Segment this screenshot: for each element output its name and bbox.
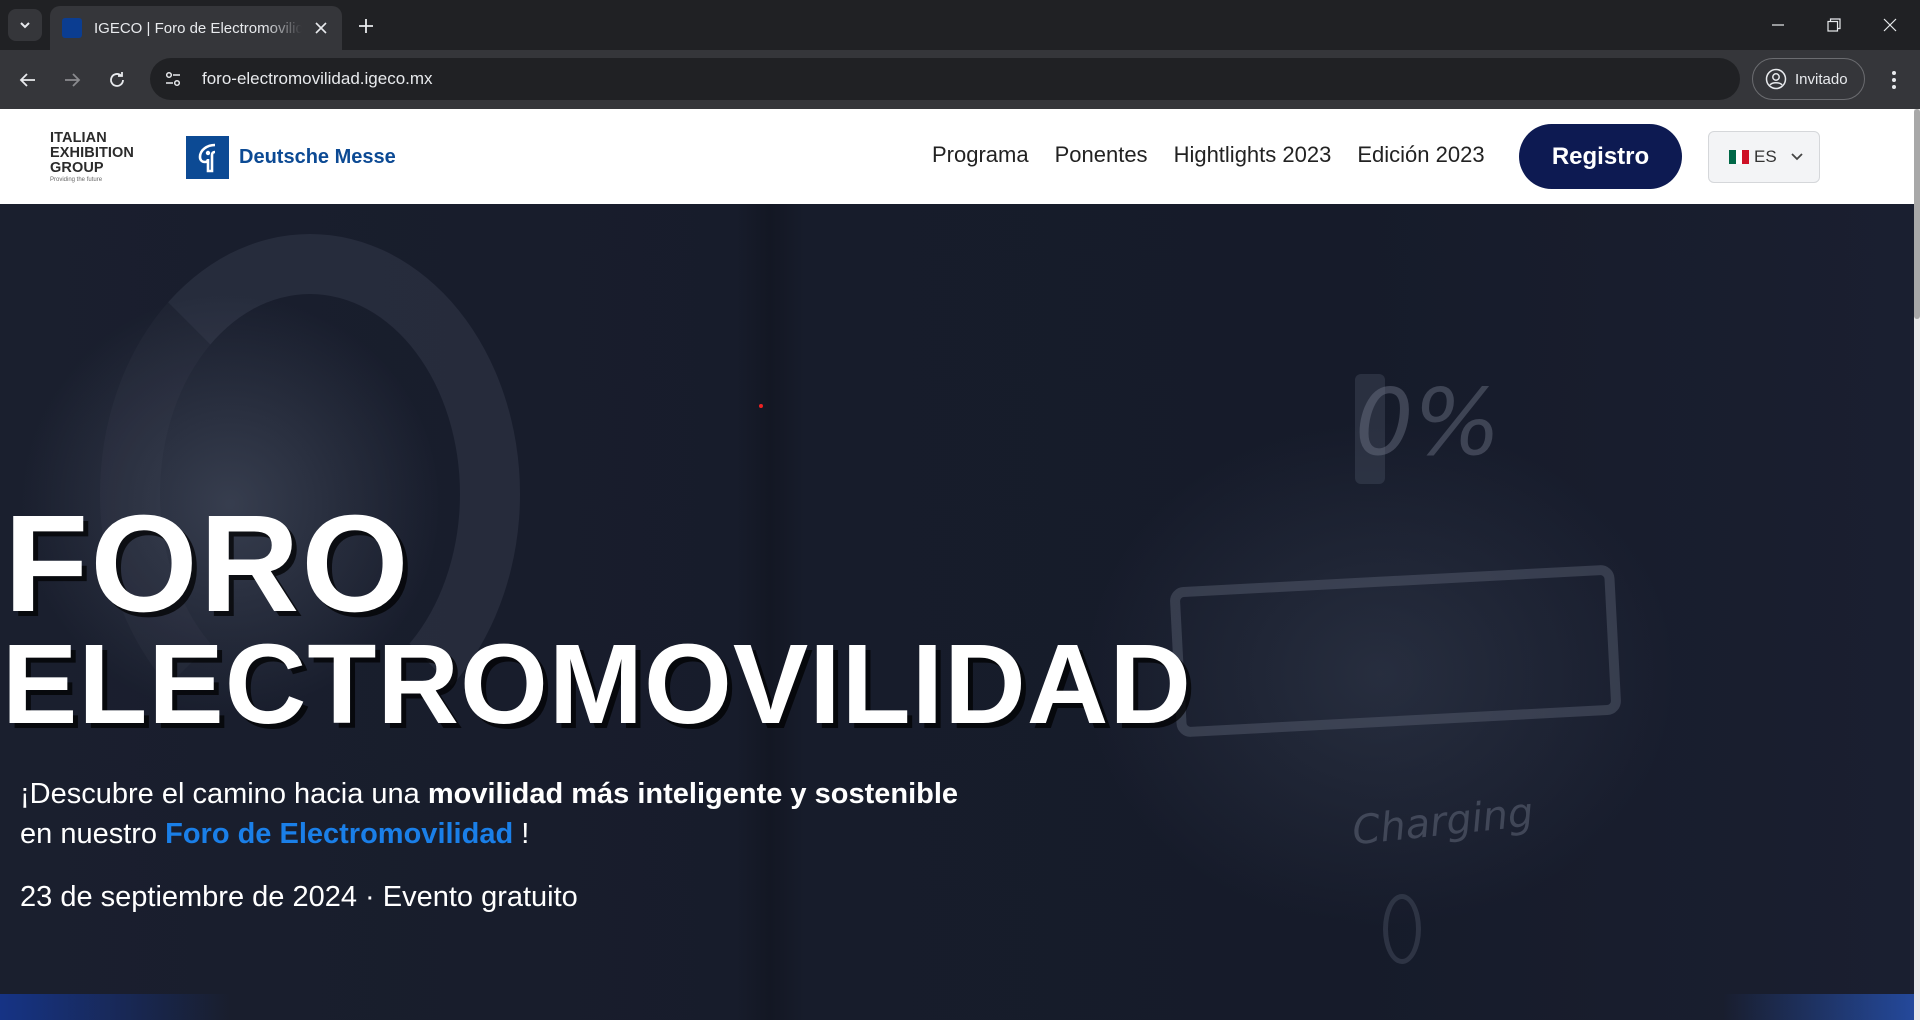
ieg-logo-line: GROUP [50,160,104,176]
browser-tabstrip: IGECO | Foro de Electromovilidad [0,0,1920,50]
hero-bg-pole [735,204,805,1020]
favicon-icon [62,18,82,38]
hero-bg-dot [759,404,763,408]
web-page: ITALIAN EXHIBITION GROUP Providing the f… [0,109,1914,1020]
forward-button[interactable] [56,64,88,96]
address-bar[interactable]: foro-electromovilidad.igeco.mx [150,58,1740,100]
chevron-down-icon [20,22,30,29]
language-code: ES [1754,147,1777,166]
hero-title-line1: FORO [4,487,411,641]
event-date: 23 de septiembre de 2024 · Evento gratui… [20,881,578,913]
main-nav: Programa Ponentes Hightlights 2023 Edici… [932,142,1485,168]
hero-bg-ring [1383,894,1421,964]
restore-icon [1827,18,1841,32]
tune-icon [165,71,181,87]
hero-section: 0% Charging FORO ELECTROMOVILIDAD ¡Descu… [0,204,1914,1020]
close-icon [1883,18,1897,32]
site-header: ITALIAN EXHIBITION GROUP Providing the f… [0,109,1914,204]
ieg-logo[interactable]: ITALIAN EXHIBITION GROUP Providing the f… [50,130,145,184]
nav-link-ponentes[interactable]: Ponentes [1055,142,1148,168]
account-icon [1765,68,1787,90]
hero-bg-battery-icon [1169,564,1622,738]
scrollbar-thumb[interactable] [1914,109,1920,319]
nav-link-edicion-2023[interactable]: Edición 2023 [1357,142,1484,168]
ieg-logo-line: EXHIBITION [50,145,134,161]
plus-icon [359,19,373,33]
language-selector[interactable]: ES [1708,131,1820,183]
arrow-right-icon [65,73,81,87]
tab-close-button[interactable] [310,17,332,39]
hero-subtitle-end: ! [513,818,530,850]
registro-button[interactable]: Registro [1519,124,1682,189]
hero-subtitle-part2: en nuestro [20,818,166,850]
hero-subtitle: ¡Descubre el camino hacia una movilidad … [20,774,958,854]
tab-search-button[interactable] [8,9,42,41]
reload-button[interactable] [101,64,133,96]
browser-menu-button[interactable] [1880,64,1908,96]
new-tab-button[interactable] [352,12,380,40]
minimize-button[interactable] [1750,0,1806,50]
page-scrollbar[interactable] [1914,109,1920,1020]
tab-title: IGECO | Foro de Electromovilidad [94,19,302,37]
profile-label: Invitado [1795,70,1848,88]
hero-title-line2: ELECTROMOVILIDAD [2,621,1192,747]
more-vert-icon [1892,71,1896,89]
close-window-button[interactable] [1862,0,1918,50]
ieg-tagline: Providing the future [50,177,103,183]
restore-button[interactable] [1806,0,1862,50]
url-text: foro-electromovilidad.igeco.mx [202,69,433,88]
deutsche-messe-logo[interactable]: Deutsche Messe [186,136,396,179]
back-button[interactable] [12,64,44,96]
browser-tab-active[interactable]: IGECO | Foro de Electromovilidad [50,6,342,50]
site-info-button[interactable] [158,64,188,94]
chevron-down-icon [1791,153,1803,161]
hero-bg-charging-text: Charging [1350,789,1536,855]
mexico-flag-icon [1729,150,1750,164]
reload-icon [110,72,124,87]
nav-link-highlights-2023[interactable]: Hightlights 2023 [1174,142,1332,168]
hero-bg-percent: 0% [1355,369,1501,476]
nav-link-programa[interactable]: Programa [932,142,1029,168]
deutsche-messe-mark-icon [186,136,229,179]
hero-bottom-glow [0,994,1914,1020]
minimize-icon [1772,24,1784,26]
ieg-logo-line: ITALIAN [50,130,107,146]
hero-subtitle-highlight: Foro de Electromovilidad [165,818,514,850]
browser-toolbar: foro-electromovilidad.igeco.mx Invitado [0,50,1920,109]
hero-subtitle-part1: ¡Descubre el camino hacia una [20,778,428,810]
close-icon [315,22,327,34]
deutsche-messe-text: Deutsche Messe [239,146,396,168]
hero-subtitle-bold: movilidad más inteligente y sostenible [427,778,959,810]
profile-button[interactable]: Invitado [1752,58,1865,100]
arrow-left-icon [19,73,35,87]
